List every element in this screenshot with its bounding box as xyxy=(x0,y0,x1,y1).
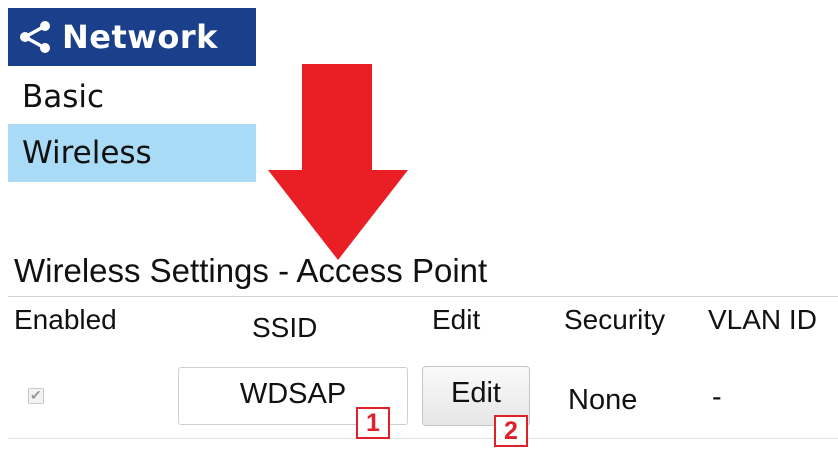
network-menu-title: Network xyxy=(62,18,218,56)
checkmark-icon: ✔ xyxy=(30,387,42,403)
section-title: Wireless Settings - Access Point xyxy=(14,252,488,289)
sidebar-item-label: Basic xyxy=(22,79,105,115)
column-header-ssid: SSID xyxy=(252,312,318,343)
edit-button-label: Edit xyxy=(451,376,501,409)
column-header-enabled: Enabled xyxy=(14,304,117,335)
network-menu-header[interactable]: Network xyxy=(8,8,256,66)
sidebar-item-basic[interactable]: Basic xyxy=(8,68,256,126)
down-arrow-icon xyxy=(268,64,408,260)
column-header-vlan-id: VLAN ID xyxy=(708,304,817,335)
callout-badge-2: 2 xyxy=(494,415,528,447)
vlan-id-value: - xyxy=(712,381,722,413)
sidebar-item-label: Wireless xyxy=(22,135,152,171)
sidebar-item-wireless[interactable]: Wireless xyxy=(8,124,256,182)
column-header-edit: Edit xyxy=(432,304,481,335)
share-icon xyxy=(20,21,50,53)
enabled-checkbox[interactable]: ✔ xyxy=(28,387,44,404)
wireless-settings-screenshot: Network Basic Wireless Wireless Settings… xyxy=(0,0,838,454)
callout-badge-1: 1 xyxy=(356,407,390,439)
ssid-value: WDSAP xyxy=(239,377,347,410)
column-header-security: Security xyxy=(564,304,666,335)
row-divider xyxy=(8,438,838,439)
security-value: None xyxy=(568,384,638,416)
section-divider xyxy=(8,296,838,297)
